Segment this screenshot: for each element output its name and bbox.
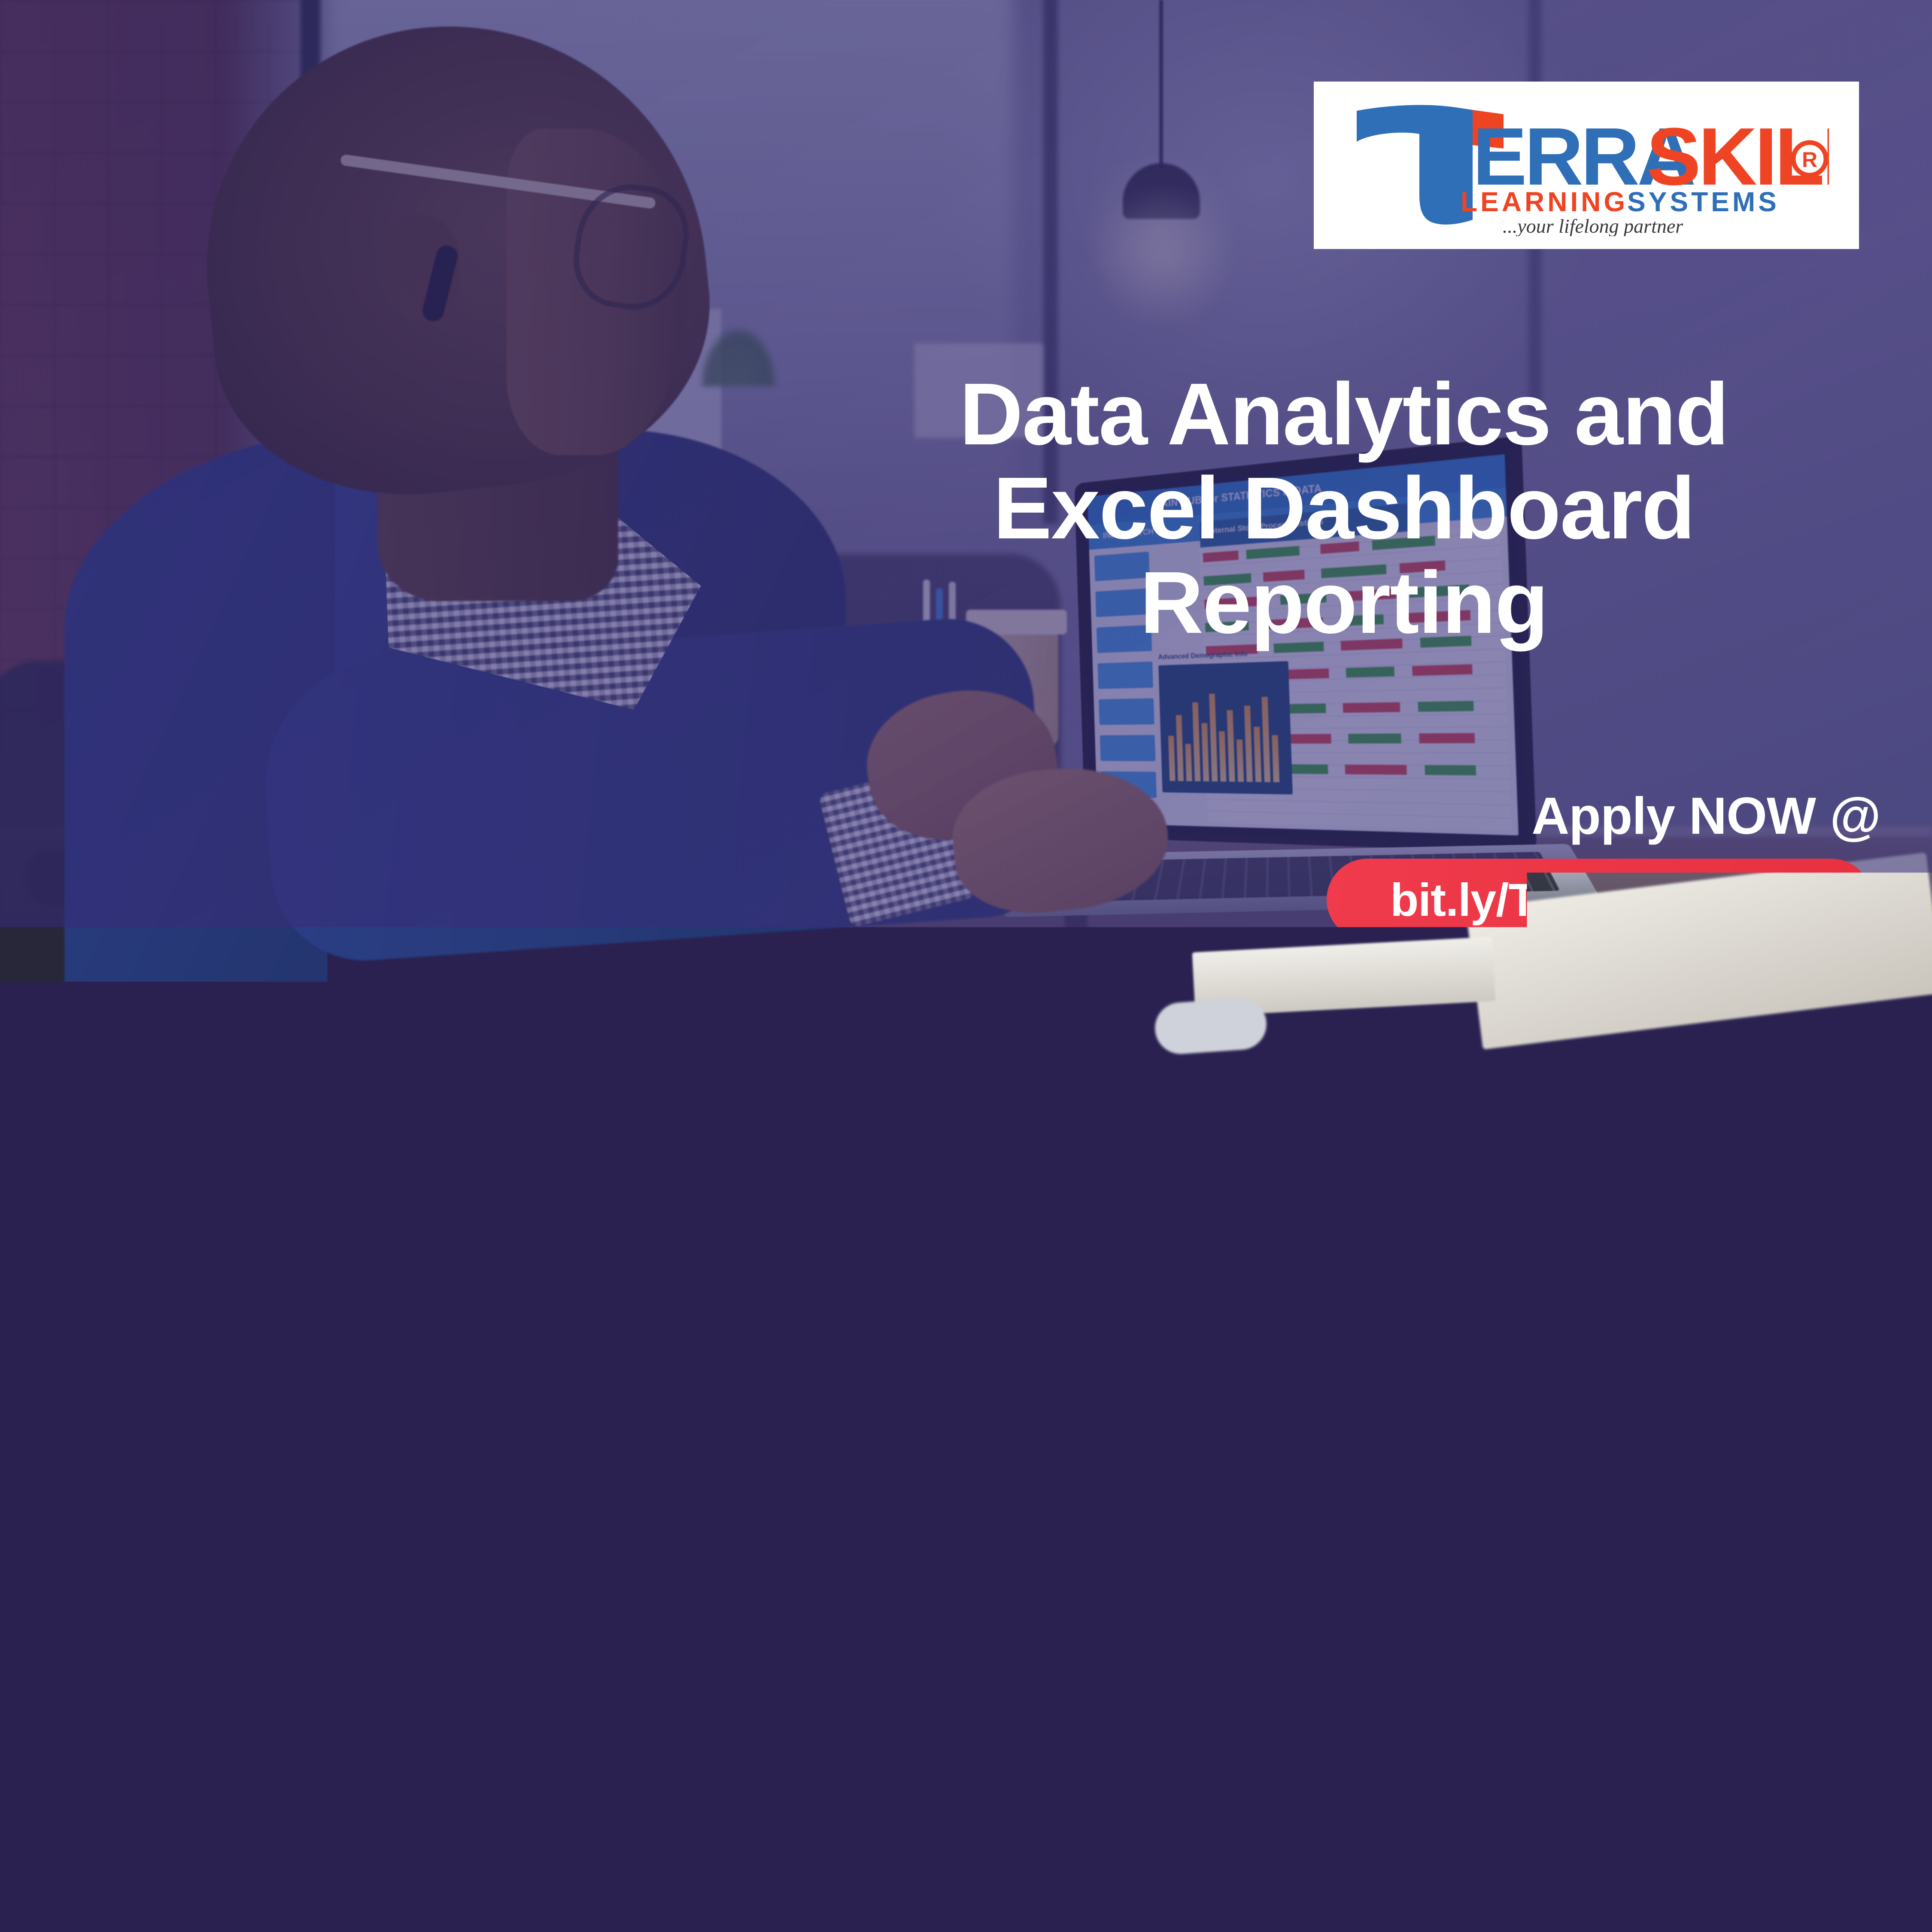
dls-line-1: Digital	[63, 1470, 462, 1520]
matrix-mark-icon	[71, 1711, 243, 1804]
social-links: Terraskills TerraskillsNG www.terraskill…	[507, 1835, 1317, 1871]
social-handle: Terraskills	[550, 1837, 688, 1870]
learn-item-text: Build interactive Dashboards	[1470, 1413, 1885, 1453]
social-website[interactable]: www.terraskills.com	[1005, 1835, 1317, 1871]
social-handle: TerraskillsNG	[799, 1837, 978, 1870]
mask-advisory: Come Masked Up	[69, 1189, 343, 1380]
link-icon	[1005, 1835, 1041, 1871]
title-line-1: Data Analytics and	[807, 367, 1880, 461]
apply-cta-button[interactable]: bit.ly/Terraskills123	[1327, 859, 1872, 940]
dls-line-3: Skills - DLS	[63, 1570, 462, 1620]
title-line-3: Reporting	[807, 556, 1880, 650]
batch-a: Batch A - Weekdays	[515, 1687, 835, 1739]
cta-url-text: bit.ly/Terraskills123	[1390, 873, 1808, 927]
svg-text:SYSTEMS: SYSTEMS	[1627, 186, 1780, 217]
face-mask-icon	[107, 1189, 305, 1331]
matrix-subtitle: TRAINING INSTITUTE	[63, 1817, 462, 1836]
learn-item: Streamline and Analyze Data with Excel P…	[1236, 1571, 1885, 1652]
instagram-icon	[714, 1835, 750, 1871]
learn-list: Build interactive Dashboards Effectively…	[1236, 1413, 1885, 1664]
social-instagram-twitter[interactable]: TerraskillsNG	[714, 1835, 978, 1871]
schedule-dateline: 7th - 12th March, 2022.	[515, 1604, 990, 1654]
page-title: Data Analytics and Excel Dashboard Repor…	[807, 367, 1880, 650]
learn-item: Effectively summarize and present data c…	[1236, 1478, 1885, 1558]
calendar-icon	[515, 1604, 562, 1654]
terraskills-logo: ERRA SKILLS R LEARNING SYSTEMS ...your l…	[1344, 94, 1829, 236]
apply-label: Apply NOW @	[1159, 786, 1880, 846]
svg-text:LEARNING: LEARNING	[1461, 186, 1628, 217]
mask-advisory-caption: Come Masked Up	[69, 1343, 343, 1380]
svg-text:R: R	[1802, 148, 1817, 172]
matrix-logo: MATRIX© TRAINING INSTITUTE	[63, 1711, 462, 1836]
leaf-bullet-icon	[1430, 1415, 1461, 1466]
batch-list: Batch A - Weekdays Batch B - Weekends	[515, 1687, 835, 1790]
learn-heading: What you will learn:	[1236, 1309, 1880, 1365]
social-handle: www.terraskills.com	[1048, 1837, 1317, 1870]
leaf-bullet-icon	[1236, 1480, 1267, 1531]
course-dates: 7th - 12th March, 2022.	[580, 1607, 990, 1651]
flyer-canvas: MAIN HUB for STATISTICS & DATA INDEX WAT…	[0, 0, 1932, 1932]
partner-card: Digital Literacy Skills - DLS MATRIX© TR…	[63, 1415, 462, 1932]
batch-b: Batch B - Weekends	[515, 1739, 835, 1790]
title-line-2: Excel Dashboard	[807, 461, 1880, 555]
facebook-icon	[507, 1835, 543, 1871]
partner-card-title: Digital Literacy Skills - DLS	[63, 1470, 462, 1620]
matrix-copyright: ©	[440, 1770, 453, 1789]
learn-item: Build interactive Dashboards	[1236, 1413, 1885, 1466]
social-facebook[interactable]: Terraskills	[507, 1835, 688, 1871]
leaf-bullet-icon	[1236, 1574, 1267, 1624]
dls-line-2: Literacy	[63, 1520, 462, 1570]
svg-text:...your lifelong partner: ...your lifelong partner	[1503, 215, 1683, 236]
twitter-icon	[758, 1835, 791, 1871]
terraskills-logo-card: ERRA SKILLS R LEARNING SYSTEMS ...your l…	[1314, 82, 1859, 249]
matrix-word-text: MATRIX	[245, 1755, 441, 1815]
learn-item-text: Effectively summarize and present data c…	[1276, 1478, 1885, 1558]
footer-divider	[462, 1785, 1932, 1788]
learn-item-text: Streamline and Analyze Data with Excel P…	[1276, 1571, 1885, 1652]
matrix-wordmark: MATRIX©	[245, 1754, 453, 1816]
